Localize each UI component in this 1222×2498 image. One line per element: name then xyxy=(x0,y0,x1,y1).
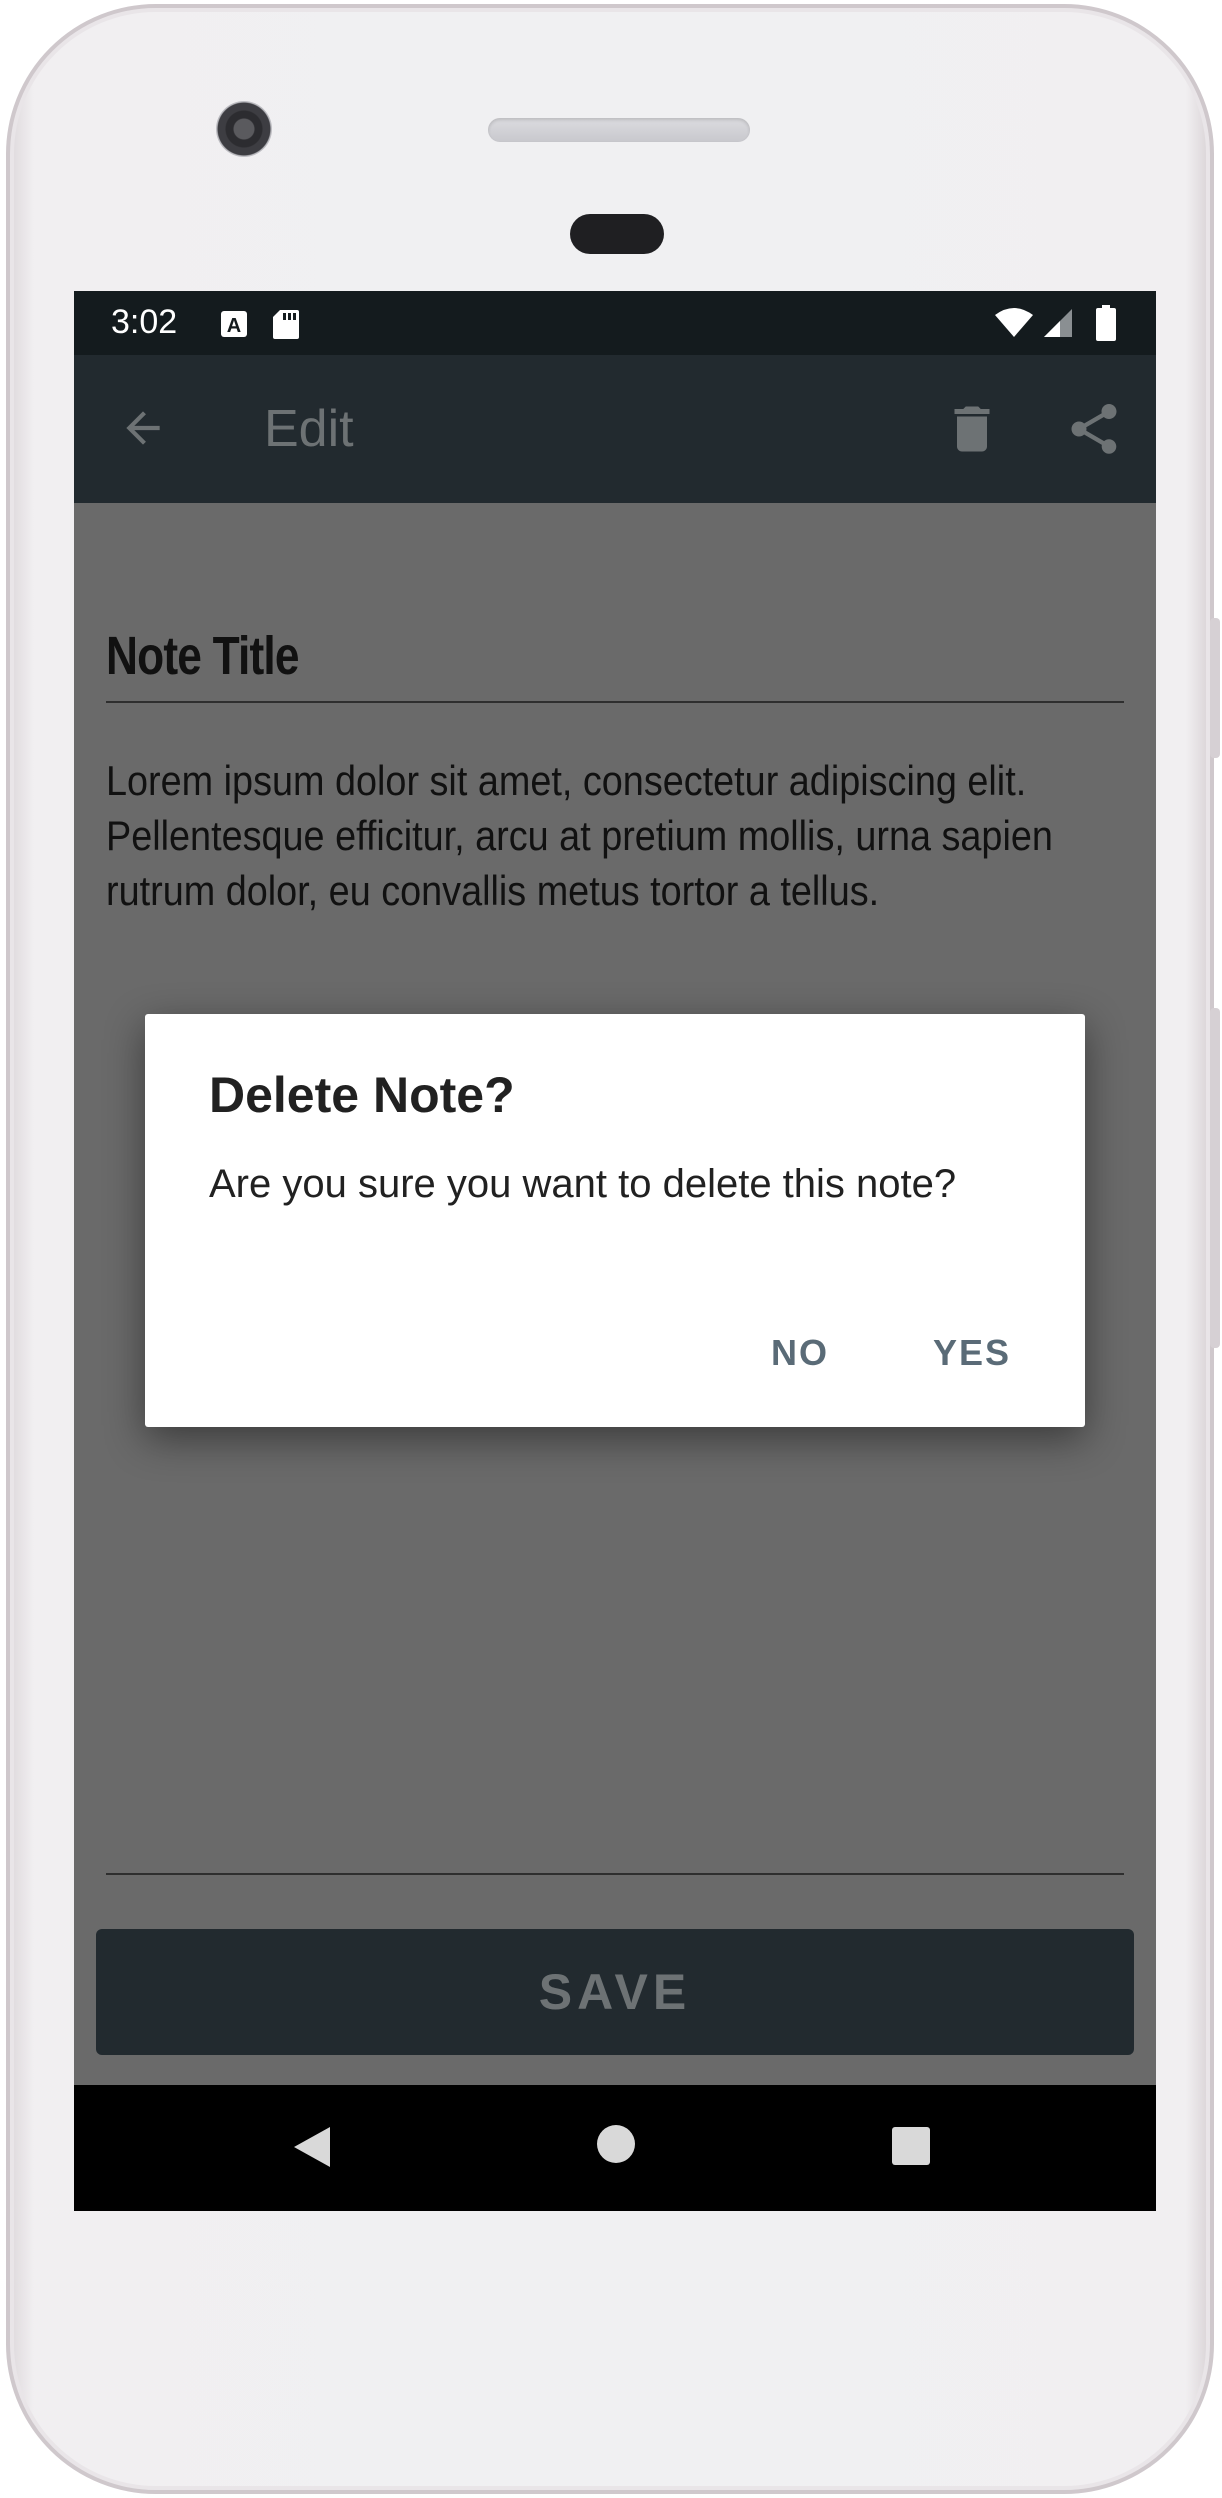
earpiece-speaker xyxy=(488,118,750,142)
title-underline xyxy=(106,701,1124,703)
note-body-field[interactable]: Lorem ipsum dolor sit amet, consectetur … xyxy=(106,753,1141,918)
note-title-field[interactable]: Note Title xyxy=(106,625,300,687)
save-button[interactable]: SAVE xyxy=(96,1929,1134,2055)
power-button xyxy=(1210,618,1220,758)
svg-text:A: A xyxy=(227,315,241,337)
status-time: 3:02 xyxy=(111,303,178,341)
body-underline xyxy=(106,1873,1124,1875)
volume-button xyxy=(1210,1008,1220,1348)
dialog-no-button[interactable]: NO xyxy=(771,1332,829,1374)
dialog-yes-button[interactable]: YES xyxy=(933,1332,1011,1374)
page-title: Edit xyxy=(264,400,354,458)
nav-recents-icon[interactable] xyxy=(892,2127,930,2165)
status-bar: 3:02 A xyxy=(74,291,1156,355)
front-camera xyxy=(216,101,272,157)
font-notification-icon: A xyxy=(220,310,248,343)
sd-card-icon xyxy=(272,308,300,345)
dialog-message: Are you sure you want to delete this not… xyxy=(209,1162,957,1206)
proximity-sensor xyxy=(570,214,664,254)
app-bar: Edit xyxy=(74,355,1156,503)
nav-home-icon[interactable] xyxy=(597,2125,635,2163)
battery-icon xyxy=(1096,305,1116,346)
phone-frame: 3:02 A Edit Note Title Lorem ipsum dolor… xyxy=(6,4,1220,2494)
nav-back-icon[interactable] xyxy=(292,2125,332,2174)
delete-icon[interactable] xyxy=(942,399,1002,464)
screen: 3:02 A Edit Note Title Lorem ipsum dolor… xyxy=(74,291,1156,2211)
delete-note-dialog: Delete Note? Are you sure you want to de… xyxy=(145,1014,1085,1427)
dialog-title: Delete Note? xyxy=(209,1067,515,1123)
share-icon[interactable] xyxy=(1064,399,1124,464)
wifi-icon xyxy=(994,307,1034,344)
back-arrow-icon[interactable] xyxy=(118,403,168,458)
cell-signal-icon xyxy=(1042,307,1074,344)
navigation-bar xyxy=(74,2085,1156,2211)
